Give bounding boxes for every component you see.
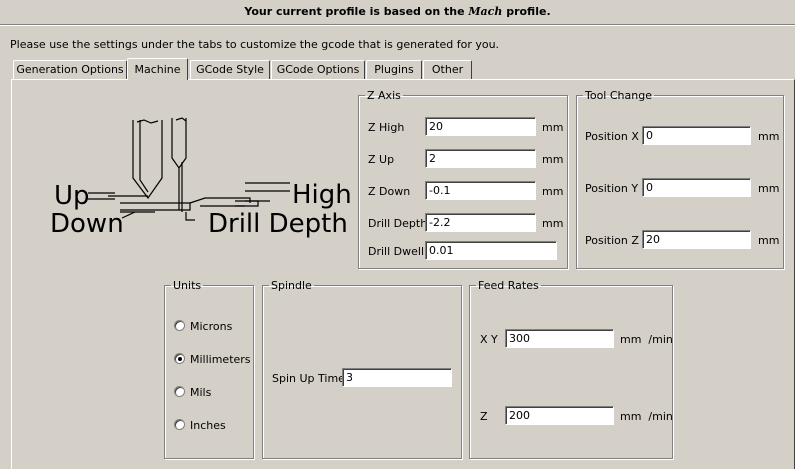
z-down-label: Z Down xyxy=(368,185,411,198)
feed-z-unit: mm /min xyxy=(620,410,673,423)
drill-depth-unit: mm xyxy=(542,217,564,230)
z-high-unit: mm xyxy=(542,121,564,134)
drill-dwell-label: Drill Dwell xyxy=(368,245,425,258)
feed-rates-group: Feed Rates xyxy=(469,279,673,459)
feed-xy-unit: mm /min xyxy=(620,333,673,346)
z-down-unit: mm xyxy=(542,185,564,198)
feed-z-input[interactable] xyxy=(505,406,614,425)
position-x-label: Position X xyxy=(585,130,639,143)
drill-dwell-input[interactable] xyxy=(425,241,557,260)
banner-prefix: Your current profile is based on the xyxy=(244,5,469,18)
units-microns-label: Microns xyxy=(190,320,233,333)
tab-gcode-options[interactable]: GCode Options xyxy=(271,60,365,79)
z-height-diagram: Up Down High Drill Depth xyxy=(50,117,352,239)
position-z-label: Position Z xyxy=(585,234,639,247)
z-high-label: Z High xyxy=(368,121,405,134)
tab-machine[interactable]: Machine xyxy=(127,58,188,80)
drill-depth-input[interactable] xyxy=(425,213,536,232)
units-inches-radio[interactable] xyxy=(174,419,185,430)
position-z-input[interactable] xyxy=(642,230,751,249)
spindle-title: Spindle xyxy=(271,279,312,292)
spin-up-time-label: Spin Up Time xyxy=(272,372,345,385)
profile-banner: Your current profile is based on the Mac… xyxy=(0,0,795,24)
diagram-label-down: Down xyxy=(50,209,124,239)
units-millimeters-radio[interactable] xyxy=(174,353,185,364)
units-title: Units xyxy=(173,279,202,292)
feed-xy-label: X Y xyxy=(480,333,498,346)
units-microns-radio[interactable] xyxy=(174,320,185,331)
z-axis-title: Z Axis xyxy=(367,89,401,102)
tab-other[interactable]: Other xyxy=(423,60,472,79)
z-up-unit: mm xyxy=(542,153,564,166)
profile-name: Mach xyxy=(468,5,503,18)
diagram-label-high: High xyxy=(292,180,352,210)
diagram-label-up: Up xyxy=(54,181,90,211)
units-mils-label: Mils xyxy=(190,386,212,399)
position-z-unit: mm xyxy=(758,234,780,247)
spin-up-time-input[interactable] xyxy=(342,368,452,387)
feed-rates-title: Feed Rates xyxy=(478,279,539,292)
diagram-label-drill-depth: Drill Depth xyxy=(208,209,348,239)
z-high-input[interactable] xyxy=(425,117,536,136)
position-x-input[interactable] xyxy=(642,126,751,145)
intro-text: Please use the settings under the tabs t… xyxy=(10,38,500,51)
tab-plugins[interactable]: Plugins xyxy=(366,60,422,79)
position-y-input[interactable] xyxy=(642,178,751,197)
units-mils-radio[interactable] xyxy=(174,386,185,397)
tab-generation-options[interactable]: Generation Options xyxy=(13,60,127,79)
units-group: Units xyxy=(164,279,254,459)
drill-depth-label: Drill Depth xyxy=(368,217,428,230)
units-millimeters-label: Millimeters xyxy=(190,353,251,366)
z-up-label: Z Up xyxy=(368,153,395,166)
z-down-input[interactable] xyxy=(425,181,536,200)
tool-change-title: Tool Change xyxy=(585,89,652,102)
banner-suffix: profile. xyxy=(502,5,551,18)
banner-divider xyxy=(0,24,795,26)
position-y-unit: mm xyxy=(758,182,780,195)
position-x-unit: mm xyxy=(758,130,780,143)
feed-z-label: Z xyxy=(480,410,488,423)
feed-xy-input[interactable] xyxy=(505,329,614,348)
tab-gcode-style[interactable]: GCode Style xyxy=(190,60,270,79)
units-inches-label: Inches xyxy=(190,419,226,432)
position-y-label: Position Y xyxy=(585,182,639,195)
z-up-input[interactable] xyxy=(425,149,536,168)
